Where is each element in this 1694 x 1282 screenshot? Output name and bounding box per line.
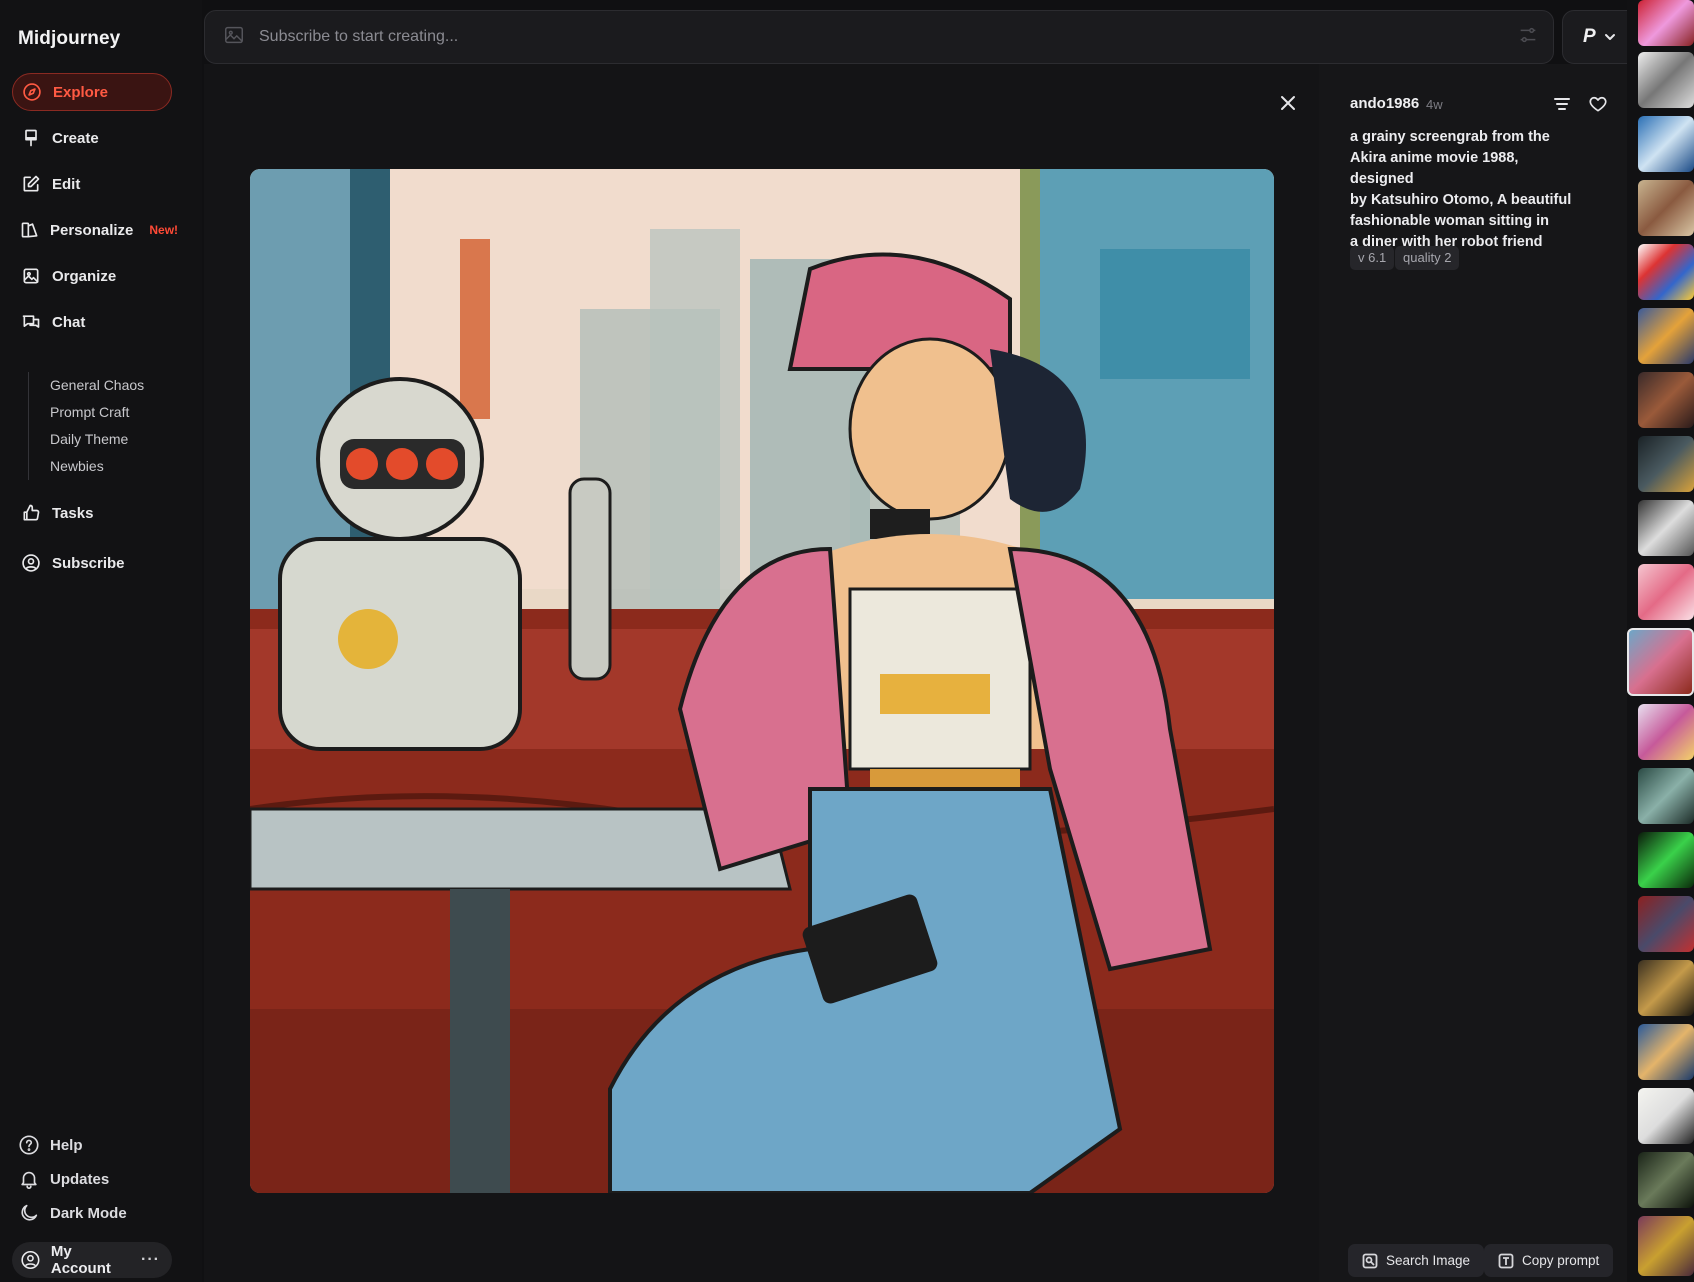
new-badge: New! (149, 223, 179, 237)
sidebar-item-edit[interactable]: Edit (12, 165, 172, 203)
thumbnail[interactable] (1638, 372, 1694, 428)
thumbnail[interactable] (1638, 0, 1694, 46)
user-circle-icon (21, 1250, 40, 1270)
edit-icon (20, 173, 42, 195)
sidebar-item-label: Subscribe (52, 554, 125, 572)
copy-prompt-label: Copy prompt (1522, 1253, 1600, 1268)
thumbnail[interactable] (1638, 768, 1694, 824)
chevron-down-icon[interactable] (1604, 31, 1616, 43)
channel-general-chaos[interactable]: General Chaos (50, 372, 178, 399)
thumbnail[interactable] (1638, 1216, 1694, 1276)
close-button[interactable] (1277, 92, 1299, 114)
thumbnail[interactable] (1638, 960, 1694, 1016)
sidebar-item-label: Explore (53, 83, 109, 101)
search-image-label: Search Image (1386, 1253, 1471, 1268)
thumbnail[interactable] (1638, 116, 1694, 172)
sidebar-item-chat[interactable]: Chat (12, 303, 172, 341)
account-label: My Account (50, 1243, 111, 1277)
prompt-text: a grainy screengrab from the Akira anime… (1350, 127, 1580, 253)
quality-tag[interactable]: quality 2 (1395, 246, 1460, 270)
thumbnail[interactable] (1638, 896, 1694, 952)
like-heart-icon[interactable] (1588, 94, 1608, 119)
thumbnail[interactable] (1638, 52, 1694, 108)
thumbs-up-icon (20, 502, 42, 524)
thumbnail[interactable] (1638, 704, 1694, 760)
dark-mode-toggle[interactable]: Dark Mode (18, 1198, 127, 1228)
moon-icon (21, 1204, 38, 1221)
prompt-line: fashionable woman sitting in (1350, 213, 1549, 229)
options-menu-icon[interactable] (1552, 94, 1572, 119)
sidebar: Midjourney Explore Create Edit Personali… (0, 0, 202, 1282)
version-tag[interactable]: v 6.1 (1350, 246, 1395, 270)
compass-icon (21, 81, 43, 103)
help-icon (19, 1135, 39, 1155)
close-icon (1281, 96, 1295, 110)
channel-prompt-craft[interactable]: Prompt Craft (50, 399, 178, 426)
bell-icon (21, 1171, 37, 1189)
sidebar-item-subscribe[interactable]: Subscribe (12, 544, 172, 582)
search-image-button[interactable]: Search Image (1348, 1244, 1485, 1277)
image-folder-icon (20, 265, 42, 287)
post-age: 4w (1426, 97, 1443, 112)
channel-daily-theme[interactable]: Daily Theme (50, 426, 178, 453)
app-logo[interactable]: Midjourney (18, 28, 120, 50)
artwork-illustration (250, 169, 1274, 1193)
thumbnail[interactable] (1638, 1024, 1694, 1080)
author-name[interactable]: ando1986 (1350, 95, 1419, 112)
thumbnail-selected[interactable] (1627, 628, 1694, 696)
sidebar-item-label: Organize (52, 267, 117, 285)
copy-icon (1498, 1253, 1514, 1268)
sidebar-item-create[interactable]: Create (12, 119, 172, 157)
prompt-line: by Katsuhiro Otomo, A beautiful (1350, 192, 1572, 208)
sidebar-item-label: Create (52, 129, 99, 147)
prompt-input-placeholder[interactable]: Subscribe to start creating... (259, 28, 458, 46)
help-label: Help (50, 1136, 83, 1154)
copy-prompt-button[interactable]: Copy prompt (1484, 1244, 1614, 1277)
thumbnail[interactable] (1638, 1152, 1694, 1208)
sidebar-item-label: Tasks (52, 504, 94, 522)
image-upload-icon[interactable] (223, 24, 245, 51)
thumbnail[interactable] (1638, 832, 1694, 888)
thumbnail-strip (1627, 0, 1694, 1282)
artwork-image[interactable] (250, 169, 1274, 1193)
personalize-icon (20, 219, 40, 241)
sidebar-item-label: Chat (52, 313, 86, 331)
sidebar-item-explore[interactable]: Explore (12, 73, 172, 111)
sidebar-item-organize[interactable]: Organize (12, 257, 172, 295)
my-account-button[interactable]: My Account ··· (12, 1242, 172, 1278)
prompt-line: Akira anime movie 1988, designed (1350, 150, 1519, 187)
thumbnail[interactable] (1638, 180, 1694, 236)
dark-mode-label: Dark Mode (50, 1204, 127, 1222)
prompt-bar[interactable]: Subscribe to start creating... (204, 10, 1554, 64)
image-search-icon (1362, 1253, 1378, 1268)
thumbnail[interactable] (1638, 436, 1694, 492)
thumbnail[interactable] (1638, 1088, 1694, 1144)
prompt-line: a grainy screengrab from the (1350, 129, 1550, 145)
more-options-icon[interactable]: ··· (141, 1251, 160, 1269)
thumbnail[interactable] (1638, 500, 1694, 556)
profile-switcher[interactable]: P (1583, 26, 1596, 48)
updates-link[interactable]: Updates (18, 1164, 109, 1194)
sidebar-item-personalize[interactable]: Personalize New! (12, 211, 178, 249)
sidebar-item-tasks[interactable]: Tasks (12, 494, 172, 532)
settings-sliders-icon[interactable] (1517, 24, 1539, 51)
user-circle-icon (20, 552, 42, 574)
paintbrush-icon (20, 127, 42, 149)
thumbnail[interactable] (1638, 308, 1694, 364)
thumbnail[interactable] (1638, 564, 1694, 620)
sidebar-item-label: Personalize (50, 221, 134, 239)
help-link[interactable]: Help (18, 1130, 83, 1160)
sidebar-item-label: Edit (52, 175, 81, 193)
thumbnail[interactable] (1638, 244, 1694, 300)
chat-icon (20, 311, 42, 333)
chat-channel-list: General Chaos Prompt Craft Daily Theme N… (28, 372, 178, 480)
channel-newbies[interactable]: Newbies (50, 453, 178, 480)
updates-label: Updates (50, 1170, 110, 1188)
